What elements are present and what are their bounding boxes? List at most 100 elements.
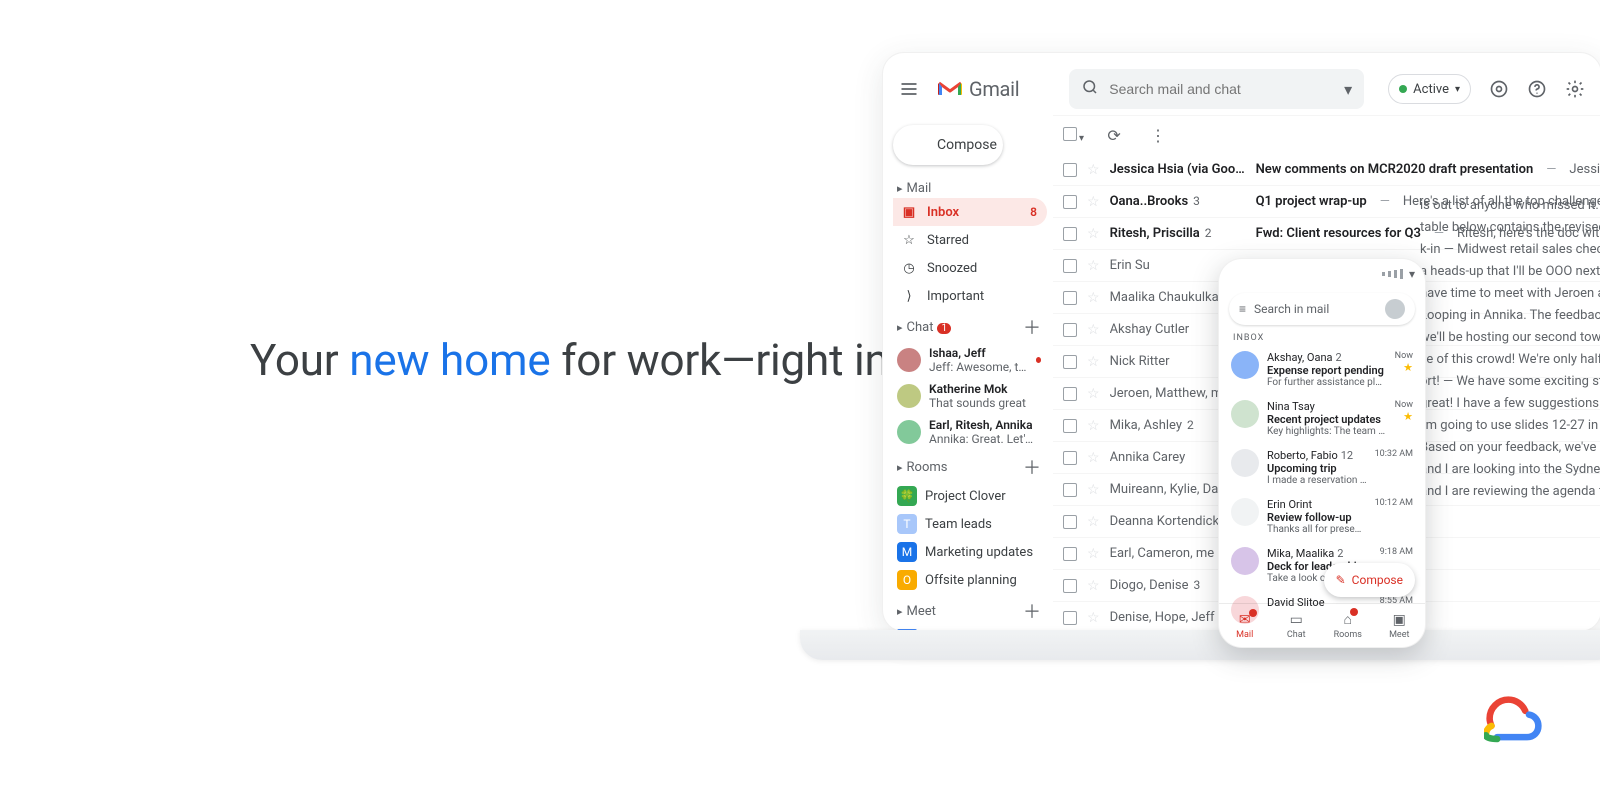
more-icon[interactable]: ⋮	[1144, 121, 1172, 149]
tab-mail[interactable]: ✉Mail	[1219, 604, 1271, 647]
row-checkbox[interactable]	[1063, 163, 1077, 177]
menu-icon[interactable]	[895, 75, 923, 103]
meet-header[interactable]: ▸Meet ＋	[893, 594, 1047, 626]
row-checkbox[interactable]	[1063, 547, 1077, 561]
nav-important[interactable]: ⟩Important	[893, 282, 1047, 310]
phone-compose-button[interactable]: ✎ Compose	[1324, 563, 1415, 597]
star-icon[interactable]: ☆	[1087, 354, 1100, 370]
overflow-snippet: Looping in Annika. The feedback we	[1420, 308, 1600, 323]
chat-icon: ▭	[1290, 612, 1303, 628]
mail-sender: Ritesh, Priscilla 2	[1110, 226, 1246, 241]
row-checkbox[interactable]	[1063, 611, 1077, 625]
overflow-snippet: I'm going to use slides 12-27 in my p	[1420, 418, 1600, 433]
room-item[interactable]: T Team leads	[893, 510, 1047, 538]
row-checkbox[interactable]	[1063, 291, 1077, 305]
add-meet-button[interactable]: ＋	[1023, 598, 1041, 624]
phone-mail-row[interactable]: Akshay, Oana 2 Expense report pending Fo…	[1219, 345, 1425, 394]
star-icon[interactable]: ☆	[1087, 450, 1100, 466]
nav-starred[interactable]: ☆Starred	[893, 226, 1047, 254]
star-icon[interactable]: ☆	[1087, 386, 1100, 402]
star-icon[interactable]: ☆	[1087, 226, 1100, 242]
row-checkbox[interactable]	[1063, 387, 1077, 401]
overflow-snippet: have time to meet with Jeroen and me	[1420, 286, 1600, 301]
star-icon[interactable]: ☆	[1087, 162, 1100, 178]
phone-mail-row[interactable]: Erin Orint Review follow-up Thanks all f…	[1219, 492, 1425, 541]
support-icon[interactable]	[1485, 75, 1513, 103]
row-checkbox[interactable]	[1063, 259, 1077, 273]
add-chat-button[interactable]: ＋	[1023, 314, 1041, 340]
meet-icon: ▣	[1393, 612, 1406, 628]
star-icon[interactable]: ☆	[1087, 290, 1100, 306]
phone-section-label: INBOX	[1219, 331, 1425, 345]
avatar-icon	[1231, 498, 1259, 526]
chat-item[interactable]: Katherine MokThat sounds great	[893, 378, 1047, 414]
row-checkbox[interactable]	[1063, 483, 1077, 497]
row-checkbox[interactable]	[1063, 419, 1077, 433]
row-checkbox[interactable]	[1063, 195, 1077, 209]
phone-tabs: ✉Mail ▭Chat ⌂Rooms ▣Meet	[1219, 603, 1425, 647]
search-input[interactable]	[1109, 81, 1334, 97]
avatar-icon	[897, 384, 921, 408]
star-icon[interactable]: ☆	[1087, 578, 1100, 594]
star-icon[interactable]: ☆	[1087, 482, 1100, 498]
star-icon[interactable]: ☆	[1087, 418, 1100, 434]
room-item[interactable]: M Marketing updates	[893, 538, 1047, 566]
gear-icon[interactable]	[1561, 75, 1589, 103]
mail-row[interactable]: ☆ Jessica Hsia (via Google. New comments…	[1053, 154, 1600, 186]
chevron-down-icon[interactable]: ▾	[1344, 80, 1352, 99]
tab-chat[interactable]: ▭Chat	[1271, 604, 1323, 647]
sidebar: ＋ Compose ▸Mail ▣ Inbox 8 ☆Starred ◷Snoo…	[883, 115, 1053, 631]
overflow-snippets: is out to anyone who missed it. Really t…	[1420, 198, 1600, 499]
avatar-icon	[897, 420, 921, 444]
overflow-snippet: great! I have a few suggestions for wh	[1420, 396, 1600, 411]
mail-header[interactable]: ▸Mail	[893, 177, 1047, 198]
phone-mail-row[interactable]: Nina Tsay Recent project updates Key hig…	[1219, 394, 1425, 443]
room-item[interactable]: 🍀 Project Clover	[893, 482, 1047, 510]
avatar-icon	[1231, 400, 1259, 428]
refresh-icon[interactable]: ⟳	[1100, 121, 1128, 149]
overflow-snippet: ze of this crowd! We're only halfway t	[1420, 352, 1600, 367]
row-checkbox[interactable]	[1063, 579, 1077, 593]
row-checkbox[interactable]	[1063, 355, 1077, 369]
presence-status[interactable]: Active ▾	[1388, 74, 1471, 104]
tab-rooms[interactable]: ⌂Rooms	[1322, 604, 1374, 647]
search-icon	[1081, 78, 1099, 100]
star-icon[interactable]: ☆	[1087, 322, 1100, 338]
rooms-header[interactable]: ▸Rooms ＋	[893, 450, 1047, 482]
phone-status-bar: ▾	[1219, 259, 1425, 289]
star-icon[interactable]: ☆	[1087, 194, 1100, 210]
add-room-button[interactable]: ＋	[1023, 454, 1041, 480]
headline-pre: Your	[250, 334, 349, 386]
phone-mail-row[interactable]: Roberto, Fabio 12 Upcoming trip I made a…	[1219, 443, 1425, 492]
mail-sender: Oana..Brooks 3	[1110, 194, 1246, 209]
nav-snoozed[interactable]: ◷Snoozed	[893, 254, 1047, 282]
room-icon: O	[897, 570, 917, 590]
chat-item[interactable]: Ishaa, JeffJeff: Awesome, thanks!	[893, 342, 1047, 378]
select-all-checkbox[interactable]: ▾	[1063, 126, 1084, 145]
row-checkbox[interactable]	[1063, 323, 1077, 337]
star-icon[interactable]: ☆	[1087, 514, 1100, 530]
chat-item[interactable]: Earl, Ritesh, AnnikaAnnika: Great. Let's…	[893, 414, 1047, 450]
phone-mock: ▾ ≡ Search in mail INBOX Akshay, Oana 2 …	[1218, 258, 1426, 648]
mail-subject: New comments on MCR2020 draft presentati…	[1256, 162, 1534, 177]
search-box[interactable]: ▾	[1069, 69, 1364, 109]
star-icon[interactable]: ☆	[1087, 610, 1100, 626]
phone-search-placeholder: Search in mail	[1254, 302, 1329, 316]
star-icon[interactable]: ☆	[1087, 546, 1100, 562]
star-icon[interactable]: ☆	[1087, 258, 1100, 274]
row-checkbox[interactable]	[1063, 451, 1077, 465]
nav-inbox[interactable]: ▣ Inbox 8	[893, 198, 1047, 226]
account-avatar[interactable]	[1385, 299, 1405, 319]
row-checkbox[interactable]	[1063, 515, 1077, 529]
help-icon[interactable]	[1523, 75, 1551, 103]
room-item[interactable]: O Offsite planning	[893, 566, 1047, 594]
inbox-count: 8	[1030, 205, 1037, 219]
chat-header[interactable]: ▸Chat1 ＋	[893, 310, 1047, 342]
compose-button[interactable]: ＋ Compose	[893, 125, 1003, 165]
menu-icon[interactable]: ≡	[1239, 302, 1246, 316]
tab-meet[interactable]: ▣Meet	[1374, 604, 1426, 647]
phone-search[interactable]: ≡ Search in mail	[1229, 293, 1415, 325]
room-icon: M	[897, 542, 917, 562]
overflow-snippet: ort! — We have some exciting stuff t	[1420, 374, 1600, 389]
row-checkbox[interactable]	[1063, 227, 1077, 241]
